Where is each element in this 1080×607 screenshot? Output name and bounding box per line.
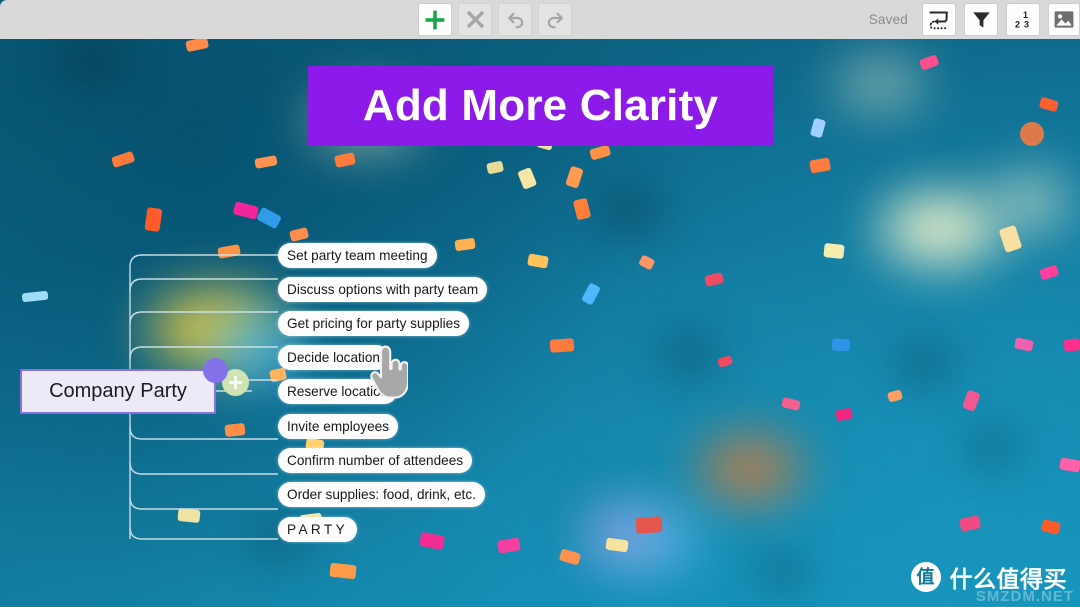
mindmap-node[interactable]: PARTY: [278, 517, 358, 542]
mindmap-node[interactable]: Invite employees: [278, 414, 399, 439]
filter-button[interactable]: [964, 3, 998, 36]
mindmap-node[interactable]: Confirm number of attendees: [278, 448, 473, 473]
wrap-path-button[interactable]: [922, 3, 956, 36]
image-button[interactable]: [1048, 3, 1080, 36]
watermark-logo-icon: 值: [910, 562, 941, 592]
top-toolbar: Saved 1 2 3: [0, 0, 1080, 39]
toolbar-right-group: Saved 1 2 3: [869, 3, 1080, 36]
mindmap-app-window: Add More Clarity Company Party Set party…: [0, 0, 1080, 607]
redo-button[interactable]: [538, 3, 572, 36]
redo-arrow-icon: [547, 12, 563, 29]
mindmap-node[interactable]: Get pricing for party supplies: [278, 311, 470, 336]
mindmap-node[interactable]: Reserve location: [278, 379, 398, 404]
mindmap-canvas[interactable]: Add More Clarity Company Party Set party…: [0, 39, 1080, 607]
watermark-text: 什么值得买: [949, 566, 1067, 592]
toolbar-left-group: [418, 3, 572, 36]
svg-text:1: 1: [1023, 10, 1028, 20]
close-x-icon: [466, 10, 484, 29]
undo-arrow-icon: [507, 12, 523, 29]
svg-text:2: 2: [1015, 20, 1020, 30]
mindmap-root-node[interactable]: Company Party: [20, 369, 216, 414]
add-node-button[interactable]: [418, 3, 452, 36]
dotted-return-arrow-icon: [929, 11, 948, 29]
save-status-label: Saved: [868, 12, 908, 27]
mindmap-node[interactable]: Set party team meeting: [278, 243, 437, 268]
node-drag-handle[interactable]: [203, 358, 228, 383]
delete-node-button[interactable]: [458, 3, 492, 36]
mindmap-node[interactable]: Order supplies: food, drink, etc.: [278, 482, 485, 507]
undo-button[interactable]: [498, 3, 532, 36]
mindmap-node[interactable]: Discuss options with party team: [278, 277, 488, 302]
plus-icon: [425, 10, 445, 29]
watermark: 值 什么值得买: [910, 560, 1068, 594]
banner-title-card[interactable]: Add More Clarity: [308, 66, 773, 146]
numbering-button[interactable]: 1 2 3: [1006, 3, 1040, 36]
mindmap-node[interactable]: Decide location: [278, 345, 389, 370]
svg-text:3: 3: [1024, 20, 1029, 30]
page-title: Add More Clarity: [362, 81, 719, 130]
root-node-label: Company Party: [49, 380, 187, 402]
picture-image-icon: [1054, 11, 1074, 28]
numbering-123-icon: 1 2 3: [1015, 10, 1029, 30]
funnel-filter-icon: [972, 12, 990, 28]
